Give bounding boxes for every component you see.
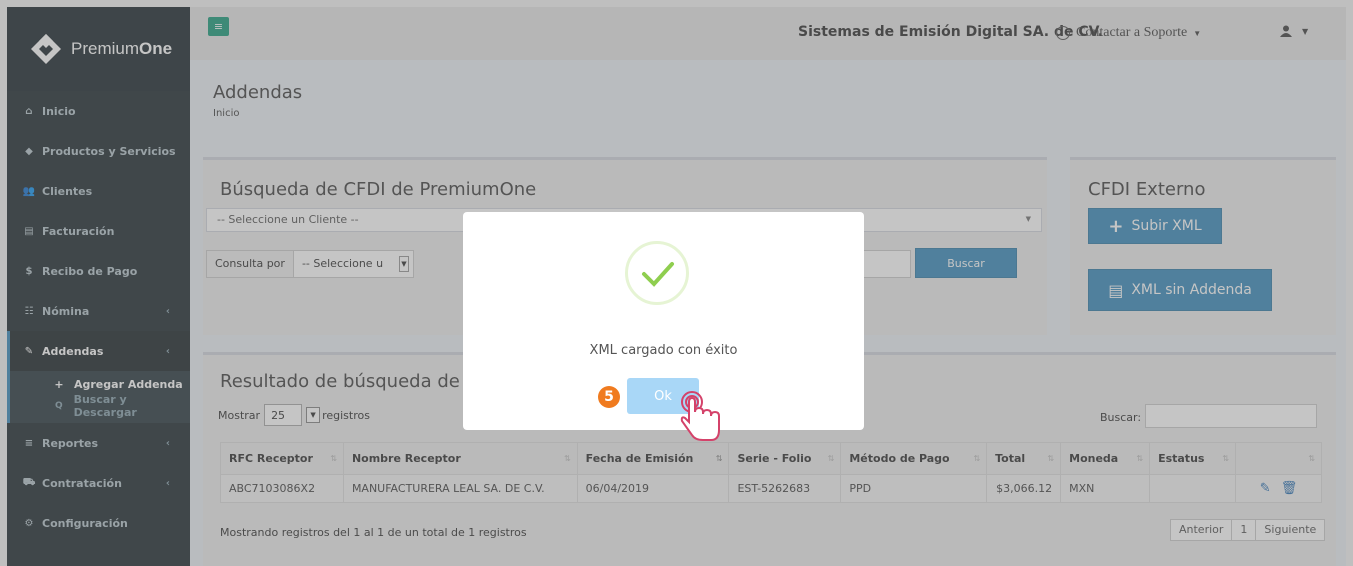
modal-message: XML cargado con éxito <box>589 343 738 358</box>
pointer-hand-icon <box>680 391 720 441</box>
step-badge: 5 <box>598 386 620 408</box>
success-modal: XML cargado con éxito Ok 5 <box>463 212 864 441</box>
success-check-icon <box>625 241 689 305</box>
checkmark-icon <box>642 262 674 287</box>
